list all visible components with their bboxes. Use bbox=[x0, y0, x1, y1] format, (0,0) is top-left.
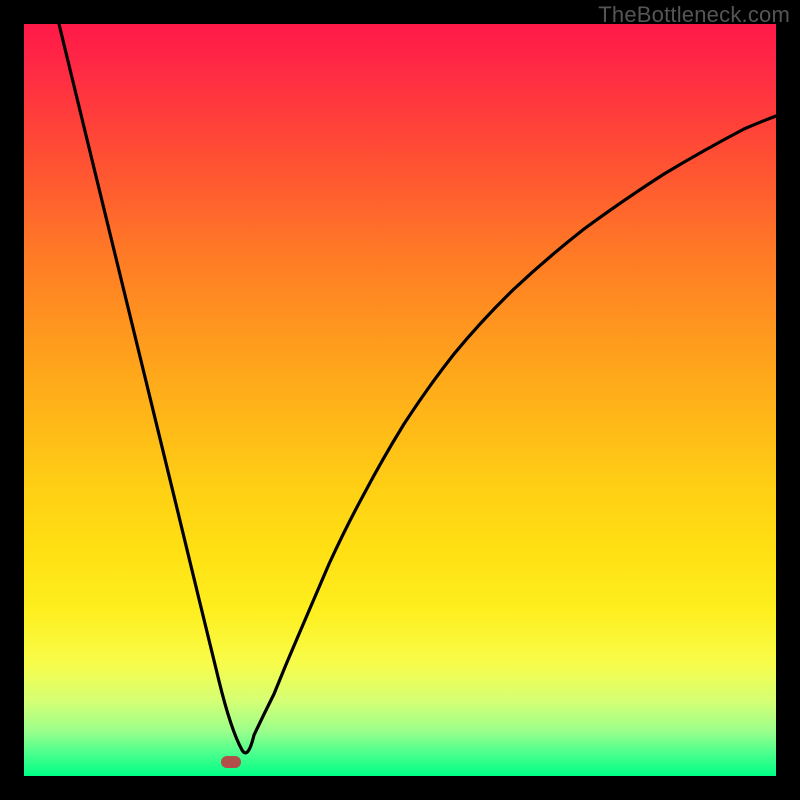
watermark-text: TheBottleneck.com bbox=[598, 2, 790, 28]
bottleneck-curve bbox=[24, 24, 776, 776]
chart-frame: TheBottleneck.com bbox=[0, 0, 800, 800]
optimal-point-marker bbox=[221, 756, 241, 768]
curve-path bbox=[59, 24, 776, 753]
chart-plot-area bbox=[24, 24, 776, 776]
